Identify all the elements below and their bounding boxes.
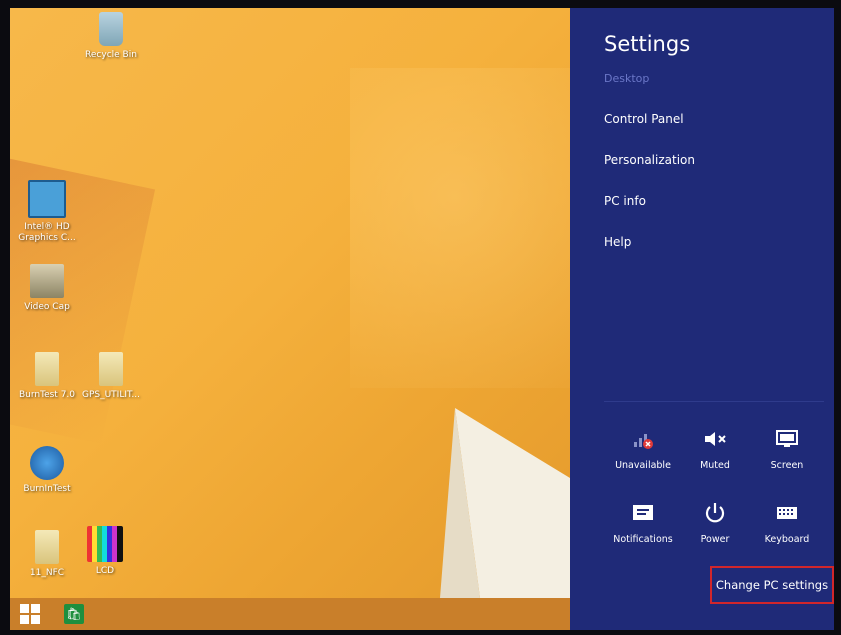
desktop-icon-recycle-bin[interactable]: Recycle Bin (72, 12, 150, 61)
quick-setting-screen[interactable]: Screen (750, 426, 824, 471)
settings-charm: Settings Desktop Control Panel Personali… (570, 8, 834, 630)
network-unavailable-icon (606, 426, 680, 452)
link-control-panel[interactable]: Control Panel (604, 112, 684, 126)
folder-icon (35, 352, 59, 386)
settings-title: Settings (604, 32, 691, 56)
recycle-bin-icon (99, 12, 123, 46)
desktop-icon-label: BurnInTest (23, 484, 71, 494)
quick-setting-power[interactable]: Power (678, 500, 752, 545)
quick-setting-keyboard[interactable]: Keyboard (750, 500, 824, 545)
speaker-muted-icon (678, 426, 752, 452)
folder-icon (99, 352, 123, 386)
desktop-icon-label: Video Cap (24, 302, 70, 312)
quick-setting-label: Screen (770, 460, 804, 471)
link-help[interactable]: Help (604, 235, 631, 249)
lcd-test-icon (87, 526, 123, 562)
store-icon[interactable]: 🛍 (64, 604, 84, 624)
quick-setting-notifications[interactable]: Notifications (606, 500, 680, 545)
video-capture-icon (30, 264, 64, 298)
link-pc-info[interactable]: PC info (604, 194, 646, 208)
quick-setting-label: Power (700, 534, 730, 545)
quick-setting-network[interactable]: Unavailable (606, 426, 680, 471)
desktop-icon-lcd[interactable]: LCD (66, 526, 144, 577)
desktop[interactable]: Recycle Bin Intel® HD Graphics C... Vide… (10, 8, 570, 598)
intel-graphics-icon (28, 180, 66, 218)
desktop-icon-intel-hd-graphics[interactable]: Intel® HD Graphics C... (10, 180, 86, 244)
quick-setting-label: Muted (700, 460, 730, 471)
quick-setting-label: Unavailable (615, 460, 671, 471)
desktop-icon-label: Intel® HD Graphics C... (18, 222, 76, 243)
burnintest-icon (30, 446, 64, 480)
notifications-icon (606, 500, 680, 526)
desktop-icon-label: Recycle Bin (85, 50, 137, 60)
desktop-icon-label: GPS_UTILIT... (81, 390, 141, 400)
desktop-icon-burnintest[interactable]: BurnInTest (10, 446, 86, 495)
keyboard-icon (750, 500, 824, 526)
quick-setting-volume[interactable]: Muted (678, 426, 752, 471)
power-icon (678, 500, 752, 526)
quick-setting-label: Notifications (613, 534, 673, 545)
change-pc-settings-link[interactable]: Change PC settings (710, 566, 834, 604)
desktop-icon-gps-utility[interactable]: GPS_UTILIT... (72, 352, 150, 401)
wallpaper-shape (440, 408, 570, 598)
quick-setting-label: Keyboard (764, 534, 810, 545)
desktop-icon-video-cap[interactable]: Video Cap (10, 264, 86, 313)
folder-icon (35, 530, 59, 564)
desktop-icon-label: LCD (95, 566, 115, 576)
settings-divider (604, 401, 824, 402)
screen-icon (750, 426, 824, 452)
taskbar: 🛍 (10, 598, 570, 630)
settings-context: Desktop (604, 72, 650, 85)
link-personalization[interactable]: Personalization (604, 153, 695, 167)
windows-logo-icon[interactable] (20, 604, 40, 624)
